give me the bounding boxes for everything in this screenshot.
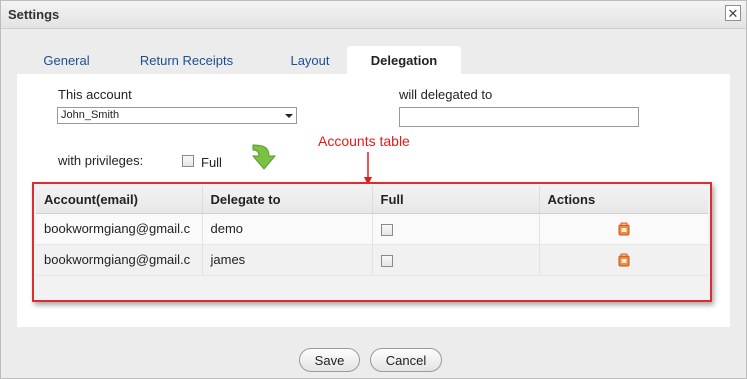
- account-select[interactable]: John_Smith: [57, 107, 297, 124]
- column-header-full: Full: [372, 186, 540, 214]
- row-full-checkbox[interactable]: [380, 254, 393, 267]
- column-header-actions: Actions: [539, 186, 708, 214]
- trash-icon[interactable]: [617, 253, 631, 267]
- annotation-arrow-icon: [364, 152, 372, 185]
- accounts-table-frame: Account(email) Delegate to Full Actions …: [32, 182, 712, 302]
- full-privilege-label: Full: [201, 155, 222, 170]
- tab-layout[interactable]: Layout: [270, 46, 350, 74]
- row-full-checkbox[interactable]: [380, 223, 393, 236]
- save-button[interactable]: Save: [299, 348, 360, 372]
- column-header-account: Account(email): [36, 186, 203, 214]
- tab-delegation[interactable]: Delegation: [347, 46, 461, 74]
- row-full-cell: [372, 213, 540, 245]
- trash-icon[interactable]: [617, 222, 631, 236]
- tab-bar: General Return Receipts Layout Delegatio…: [17, 46, 730, 74]
- account-select-value: John_Smith: [61, 109, 120, 121]
- table-header-row: Account(email) Delegate to Full Actions: [36, 186, 708, 214]
- delegated-to-label: will delegated to: [399, 87, 493, 102]
- delegated-to-input[interactable]: [399, 107, 639, 127]
- row-full-cell: [372, 244, 540, 276]
- full-privilege-checkbox[interactable]: [182, 155, 194, 167]
- cancel-button[interactable]: Cancel: [370, 348, 442, 372]
- close-icon[interactable]: ✕: [725, 5, 741, 21]
- settings-dialog: Settings ✕ General Return Receipts Layou…: [0, 0, 747, 379]
- accounts-table: Account(email) Delegate to Full Actions …: [36, 186, 708, 276]
- row-delegate: demo: [202, 213, 373, 245]
- row-actions-cell: [539, 244, 708, 276]
- row-actions-cell: [539, 213, 708, 245]
- row-delegate: james: [202, 244, 373, 276]
- down-arrow-icon: [251, 144, 277, 170]
- tab-general[interactable]: General: [29, 46, 104, 74]
- chevron-down-icon: [285, 114, 293, 118]
- title-bar: Settings ✕: [1, 1, 746, 29]
- column-header-delegate: Delegate to: [202, 186, 373, 214]
- table-row: bookwormgiang@gmail.c demo: [36, 213, 708, 245]
- row-email: bookwormgiang@gmail.c: [36, 244, 203, 276]
- delegation-panel: This account John_Smith will delegated t…: [17, 74, 730, 327]
- accounts-table-annotation: Accounts table: [318, 133, 410, 149]
- dialog-title: Settings: [8, 7, 60, 22]
- table-row: bookwormgiang@gmail.c james: [36, 244, 708, 276]
- this-account-label: This account: [58, 87, 132, 102]
- row-email: bookwormgiang@gmail.c: [36, 213, 203, 245]
- tab-return-receipts[interactable]: Return Receipts: [129, 46, 244, 74]
- privileges-label: with privileges:: [58, 153, 144, 168]
